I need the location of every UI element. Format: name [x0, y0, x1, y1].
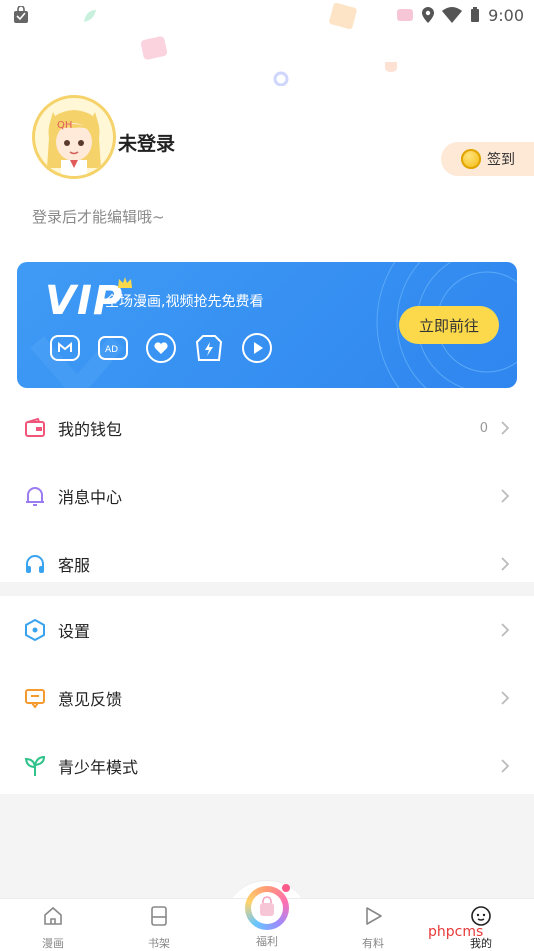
- tab-feed[interactable]: 有料: [320, 899, 426, 950]
- menu-item-feedback[interactable]: 意见反馈: [0, 664, 534, 732]
- menu-label-messages: 消息中心: [58, 488, 123, 507]
- bell-icon: [26, 487, 44, 506]
- menu-item-messages[interactable]: 消息中心: [0, 462, 534, 530]
- sprout-icon: [24, 755, 46, 776]
- bookshelf-icon: [151, 906, 167, 926]
- menu-item-wallet[interactable]: 我的钱包 0: [0, 394, 534, 462]
- status-icons: 9:00: [396, 4, 524, 26]
- checkin-button[interactable]: 签到: [441, 142, 534, 176]
- leaf-deco-icon: [84, 10, 96, 22]
- login-hint: 登录后才能编辑哦~: [32, 208, 165, 226]
- notification-dot: [282, 884, 290, 892]
- vip-subtitle: 全场漫画,视频抢先免费看: [105, 294, 264, 310]
- menu-label-wallet: 我的钱包: [58, 420, 123, 439]
- menu-item-teen-mode[interactable]: 青少年模式: [0, 732, 534, 800]
- headphones-icon: [26, 555, 44, 573]
- play-tab-icon: [366, 907, 382, 925]
- notification-badge-icon: [397, 9, 414, 21]
- vip-card[interactable]: VIP 全场漫画,视频抢先免费看 立即前往 AD: [17, 262, 517, 388]
- chevron-right-icon: [501, 489, 510, 503]
- coin-icon: [461, 149, 481, 169]
- menu-group-1: 我的钱包 0 消息中心 客服: [0, 394, 534, 598]
- gift-bag-icon: [260, 896, 274, 916]
- play-icon: [242, 333, 272, 363]
- lightning-icon: [195, 335, 223, 361]
- menu-label-feedback: 意见反馈: [58, 690, 123, 709]
- username[interactable]: 未登录: [118, 129, 175, 156]
- status-bar: 9:00: [0, 0, 534, 30]
- wallet-count: 0: [479, 420, 488, 436]
- svg-text:QH: QH: [57, 120, 72, 131]
- chevron-right-icon: [501, 623, 510, 637]
- feedback-icon: [25, 689, 45, 709]
- menu-label-settings: 设置: [58, 622, 91, 641]
- tab-bookshelf[interactable]: 书架: [106, 899, 212, 950]
- status-time: 9:00: [488, 5, 524, 25]
- tab-label-welfare: 福利: [256, 935, 278, 948]
- gift-center-icon[interactable]: [245, 886, 289, 930]
- heart-icon: [146, 333, 176, 363]
- wifi-icon: [442, 7, 463, 23]
- chevron-right-icon: [501, 759, 510, 773]
- avatar[interactable]: QH: [32, 95, 116, 179]
- location-icon: [422, 7, 435, 23]
- hexagon-settings-icon: [25, 619, 45, 641]
- cup-deco-icon: [385, 62, 397, 72]
- vip-go-button[interactable]: 立即前往: [399, 306, 499, 344]
- vip-benefit-icons: AD: [49, 332, 273, 364]
- wallet-icon: [25, 417, 45, 437]
- box-deco-icon: [329, 2, 357, 30]
- chevron-right-icon: [501, 557, 510, 571]
- crown-icon: [118, 277, 132, 288]
- app-bag-icon: [14, 6, 28, 23]
- watermark: phpcms: [428, 924, 484, 940]
- home-icon: [44, 906, 62, 925]
- gift-center-inner: [251, 892, 283, 924]
- checkin-label: 签到: [487, 152, 515, 168]
- ad-icon: AD: [98, 336, 128, 360]
- menu-group-2: 设置 意见反馈 青少年模式: [0, 596, 534, 800]
- tab-comics[interactable]: 漫画: [0, 899, 106, 950]
- battery-icon: [471, 7, 480, 22]
- bag-deco-icon: [140, 36, 168, 60]
- m-icon: [50, 335, 80, 361]
- ring-deco-icon: [273, 71, 289, 86]
- menu-label-service: 客服: [58, 556, 91, 575]
- svg-text:AD: AD: [105, 345, 118, 355]
- menu-label-teen-mode: 青少年模式: [58, 758, 139, 777]
- chevron-right-icon: [501, 421, 510, 435]
- chevron-right-icon: [501, 691, 510, 705]
- anime-avatar-icon: QH: [47, 110, 101, 176]
- menu-item-settings[interactable]: 设置: [0, 596, 534, 664]
